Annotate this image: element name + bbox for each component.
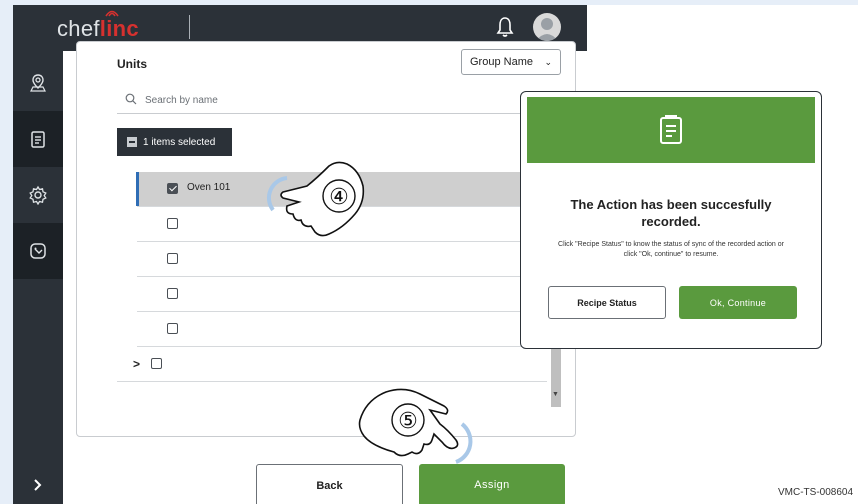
list-item[interactable]	[137, 312, 547, 347]
document-icon	[660, 115, 682, 144]
sidebar	[13, 51, 63, 504]
sidebar-item-tags[interactable]	[13, 223, 63, 279]
selected-count-label: 1 items selected	[143, 136, 216, 148]
main-content: Units Group Name ⌄ 1 items selected Ov	[63, 41, 587, 504]
unit-checkbox[interactable]	[167, 183, 178, 194]
group-row[interactable]: >	[117, 347, 547, 382]
location-pin-icon	[30, 74, 46, 92]
units-title: Units	[117, 57, 147, 71]
search-input[interactable]	[143, 89, 527, 111]
bell-icon[interactable]	[495, 16, 515, 38]
assign-button[interactable]: Assign	[419, 464, 565, 504]
wifi-signal-icon	[105, 10, 119, 17]
sidebar-item-locations[interactable]	[13, 55, 63, 111]
success-modal: The Action has been succesfully recorded…	[520, 91, 822, 349]
group-select-value: Group Name	[470, 56, 533, 68]
user-icon	[536, 18, 558, 41]
unit-checkbox[interactable]	[167, 218, 178, 229]
unit-label: Oven 101	[187, 182, 231, 193]
scroll-down-icon[interactable]: ▼	[552, 391, 559, 398]
unit-checkbox[interactable]	[167, 323, 178, 334]
sidebar-expand-button[interactable]	[13, 457, 63, 504]
units-list: Oven 101 > ▼	[117, 172, 562, 407]
chevron-right-icon[interactable]: >	[133, 357, 140, 371]
tag-icon	[30, 243, 46, 259]
cheflinc-logo: chef linc	[57, 10, 139, 42]
modal-title: The Action has been succesfully recorded…	[570, 197, 772, 229]
avatar[interactable]	[533, 13, 561, 41]
logo-brand: linc	[100, 10, 139, 41]
group-name-select[interactable]: Group Name ⌄	[461, 49, 561, 75]
back-button[interactable]: Back	[256, 464, 403, 504]
gear-icon	[29, 185, 47, 205]
logo-prefix: chef	[57, 16, 100, 41]
sidebar-item-settings[interactable]	[13, 167, 63, 223]
selected-items-chip[interactable]: 1 items selected	[117, 128, 232, 156]
deselect-all-icon[interactable]	[127, 137, 137, 147]
chevron-right-icon	[34, 479, 42, 491]
clipboard-icon	[31, 131, 45, 148]
list-item[interactable]	[137, 242, 547, 277]
header-divider	[189, 15, 190, 39]
chevron-down-icon: ⌄	[544, 57, 552, 67]
search-icon	[125, 93, 137, 105]
unit-checkbox[interactable]	[167, 288, 178, 299]
document-id: VMC-TS-008604	[778, 487, 854, 498]
search-field	[117, 86, 537, 114]
list-item[interactable]	[137, 277, 547, 312]
modal-message: Click "Recipe Status" to know the status…	[558, 241, 784, 258]
unit-checkbox[interactable]	[167, 253, 178, 264]
units-card: Units Group Name ⌄ 1 items selected Ov	[76, 41, 576, 437]
app-window: chef linc Units Group Name ⌄ Search by n…	[13, 5, 587, 504]
sidebar-item-recipes[interactable]	[13, 111, 63, 167]
list-item[interactable]: Oven 101	[136, 172, 547, 207]
recipe-status-button[interactable]: Recipe Status	[548, 286, 666, 319]
group-checkbox[interactable]	[151, 358, 162, 369]
modal-header	[527, 97, 815, 163]
ok-continue-button[interactable]: Ok, Continue	[679, 286, 797, 319]
list-item[interactable]	[137, 207, 547, 242]
